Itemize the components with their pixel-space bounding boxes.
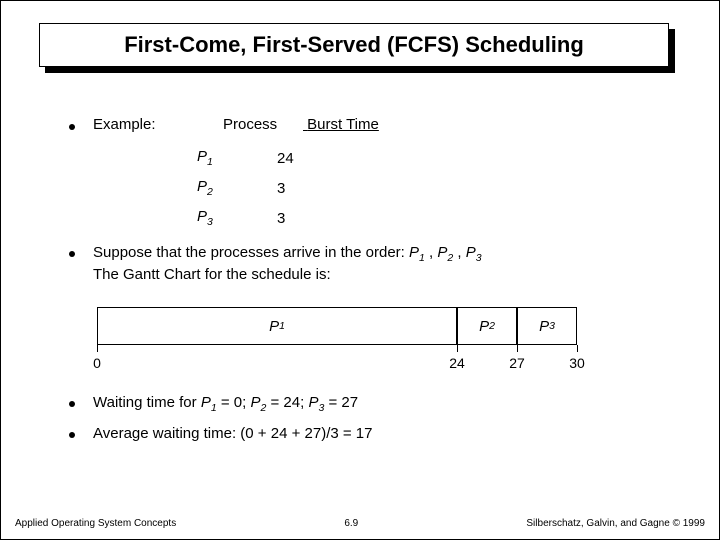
bullet-icon [69,432,75,438]
process-table: P1 24 P2 3 P3 3 [197,143,669,233]
proc-name: P3 [197,208,277,228]
bullet-waiting: Waiting time for P1 = 0; P2 = 24; P3 = 2… [69,393,669,415]
gantt-label: 30 [569,355,585,371]
tick [577,345,578,352]
example-label: Example: [93,116,223,133]
tick [517,345,518,352]
gantt-label: 27 [509,355,525,371]
gantt-label: 24 [449,355,465,371]
title-container: First-Come, First-Served (FCFS) Scheduli… [39,23,669,67]
table-row: P1 24 [197,143,669,173]
bullet-suppose: Suppose that the processes arrive in the… [69,243,669,285]
proc-name: P2 [197,178,277,198]
waiting-text: Waiting time for P1 = 0; P2 = 24; P3 = 2… [93,393,358,415]
bullet-example: Example: Process Burst Time [69,116,669,133]
footer-right: Silberschatz, Galvin, and Gagne © 1999 [526,518,705,529]
table-row: P2 3 [197,173,669,203]
tick [457,345,458,352]
page-title: First-Come, First-Served (FCFS) Scheduli… [39,23,669,67]
gantt-label: 0 [93,355,101,371]
gantt-segment-p3: P3 [517,307,577,345]
gantt-segment-p2: P2 [457,307,517,345]
footer-left: Applied Operating System Concepts [15,518,176,529]
bullet-icon [69,124,75,130]
suppose-text: Suppose that the processes arrive in the… [93,243,482,285]
proc-burst: 3 [277,210,285,227]
example-line: Example: Process Burst Time [93,116,379,133]
proc-burst: 24 [277,150,294,167]
footer-center: 6.9 [344,518,358,529]
header-burst: Burst Time [307,116,379,133]
bullet-average: Average waiting time: (0 + 24 + 27)/3 = … [69,424,669,444]
proc-burst: 3 [277,180,285,197]
gantt-segment-p1: P1 [97,307,457,345]
average-text: Average waiting time: (0 + 24 + 27)/3 = … [93,424,372,444]
proc-name: P1 [197,148,277,168]
header-process: Process [223,116,303,133]
bullet-icon [69,251,75,257]
table-headers: Process Burst Time [223,116,379,133]
gantt-chart: P1 P2 P3 0 24 27 30 [97,307,577,375]
footer: Applied Operating System Concepts 6.9 Si… [15,518,705,529]
gantt-ticks [97,345,577,351]
table-row: P3 3 [197,203,669,233]
tick [97,345,98,352]
bullet-icon [69,401,75,407]
content-area: Example: Process Burst Time P1 24 P2 3 P… [69,116,669,450]
